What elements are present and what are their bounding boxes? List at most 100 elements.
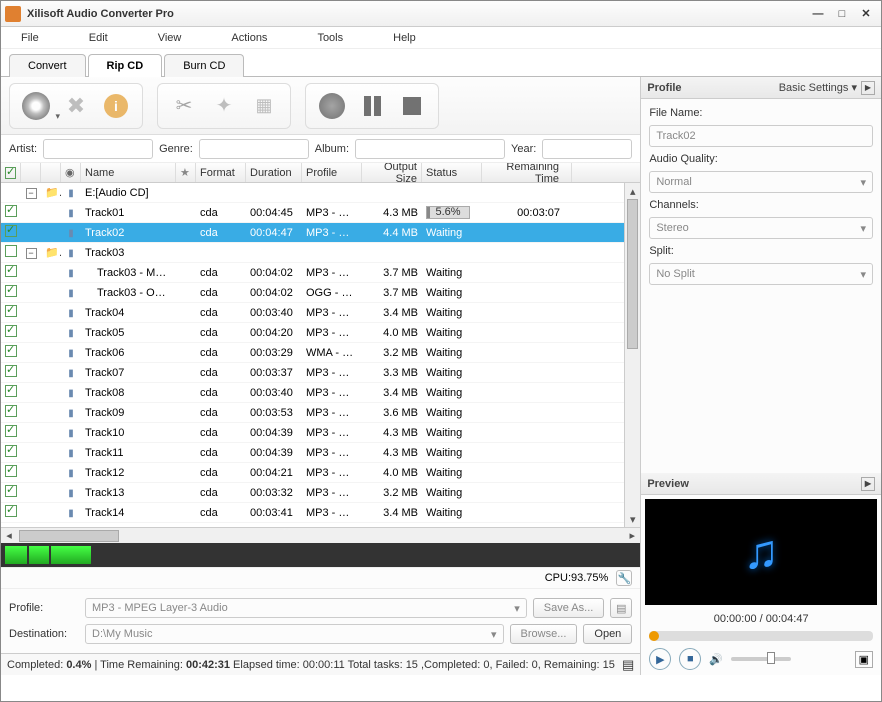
profile-extra-button[interactable]: ▤ xyxy=(610,598,632,618)
table-row[interactable]: ▮Track11cda00:04:39MP3 - MP...4.3 MBWait… xyxy=(1,443,640,463)
scroll-up-icon[interactable]: ▴ xyxy=(625,183,640,199)
maximize-button[interactable]: □ xyxy=(831,5,853,23)
table-row[interactable]: −📁▮Track03 xyxy=(1,243,640,263)
scroll-left-icon[interactable]: ◂ xyxy=(1,529,17,542)
table-row[interactable]: −📁▮E:[Audio CD] xyxy=(1,183,640,203)
scroll-thumb[interactable] xyxy=(627,199,638,349)
col-duration[interactable]: Duration xyxy=(246,163,302,182)
effects-button[interactable]: ✦ xyxy=(208,90,240,122)
tab-convert[interactable]: Convert xyxy=(9,54,86,77)
preview-play-button[interactable]: ▶ xyxy=(649,648,671,670)
expand-icon[interactable]: ▶ xyxy=(861,81,875,95)
scroll-right-icon[interactable]: ▸ xyxy=(624,529,640,542)
scroll-down-icon[interactable]: ▾ xyxy=(625,511,640,527)
row-checkbox[interactable] xyxy=(5,225,17,237)
tab-burncd[interactable]: Burn CD xyxy=(164,54,244,77)
row-checkbox[interactable] xyxy=(5,285,17,297)
destination-combo[interactable]: D:\My Music▾ xyxy=(85,624,504,644)
volume-icon[interactable]: 🔊 xyxy=(709,653,723,666)
row-checkbox[interactable] xyxy=(5,305,17,317)
row-checkbox[interactable] xyxy=(5,245,17,257)
disc-dropdown-button[interactable] xyxy=(20,90,52,122)
row-checkbox[interactable] xyxy=(5,465,17,477)
delete-button[interactable]: ✖ xyxy=(60,90,92,122)
menu-view[interactable]: View xyxy=(158,32,182,44)
row-checkbox[interactable] xyxy=(5,405,17,417)
table-row[interactable]: ▮Track10cda00:04:39MP3 - MP...4.3 MBWait… xyxy=(1,423,640,443)
collapse-icon[interactable]: − xyxy=(26,248,37,259)
table-row[interactable]: ▮Track07cda00:03:37MP3 - MP...3.3 MBWait… xyxy=(1,363,640,383)
col-remaining[interactable]: Remaining Time xyxy=(482,163,572,182)
col-format[interactable]: Format xyxy=(196,163,246,182)
col-profile[interactable]: Profile xyxy=(302,163,362,182)
row-checkbox[interactable] xyxy=(5,485,17,497)
horizontal-scrollbar[interactable]: ◂ ▸ xyxy=(1,527,640,543)
filename-input[interactable]: Track02 xyxy=(649,125,873,147)
table-row[interactable]: ▮Track03 - OGG...cda00:04:02OGG - Og...3… xyxy=(1,283,640,303)
table-row[interactable]: ▮Track01cda00:04:45MP3 - MP...4.3 MB5.6%… xyxy=(1,203,640,223)
preview-expand-icon[interactable]: ▶ xyxy=(861,477,875,491)
row-checkbox[interactable] xyxy=(5,425,17,437)
pause-button[interactable] xyxy=(356,90,388,122)
col-name[interactable]: Name xyxy=(81,163,176,182)
col-status[interactable]: Status xyxy=(422,163,482,182)
channels-combo[interactable]: Stereo▾ xyxy=(649,217,873,239)
cut-button[interactable]: ✂ xyxy=(168,90,200,122)
open-button[interactable]: Open xyxy=(583,624,632,644)
table-row[interactable]: ▮Track04cda00:03:40MP3 - MP...3.4 MBWait… xyxy=(1,303,640,323)
table-row[interactable]: ▮Track05cda00:04:20MP3 - MP...4.0 MBWait… xyxy=(1,323,640,343)
row-name: E:[Audio CD] xyxy=(81,187,176,199)
genre-input[interactable] xyxy=(199,139,309,159)
year-input[interactable] xyxy=(542,139,632,159)
table-row[interactable]: ▮Track03 - MP3...cda00:04:02MP3 - MP...3… xyxy=(1,263,640,283)
table-row[interactable]: ▮Track14cda00:03:41MP3 - MP...3.4 MBWait… xyxy=(1,503,640,523)
row-checkbox[interactable] xyxy=(5,265,17,277)
tab-ripcd[interactable]: Rip CD xyxy=(88,54,163,77)
menu-help[interactable]: Help xyxy=(393,32,416,44)
preview-seek-slider[interactable] xyxy=(649,631,873,641)
quality-combo[interactable]: Normal▾ xyxy=(649,171,873,193)
table-row[interactable]: ▮Track02cda00:04:47MP3 - MP...4.4 MBWait… xyxy=(1,223,640,243)
profile-combo[interactable]: MP3 - MPEG Layer-3 Audio▾ xyxy=(85,598,527,618)
volume-slider[interactable] xyxy=(731,657,791,661)
col-star[interactable]: ★ xyxy=(176,163,196,182)
settings-icon[interactable]: 🔧 xyxy=(616,570,632,586)
split-combo[interactable]: No Split▾ xyxy=(649,263,873,285)
table-row[interactable]: ▮Track09cda00:03:53MP3 - MP...3.6 MBWait… xyxy=(1,403,640,423)
table-row[interactable]: ▮Track12cda00:04:21MP3 - MP...4.0 MBWait… xyxy=(1,463,640,483)
saveas-button[interactable]: Save As... xyxy=(533,598,605,618)
preview-stop-button[interactable]: ■ xyxy=(679,648,701,670)
row-checkbox[interactable] xyxy=(5,385,17,397)
col-media-icon[interactable]: ◉ xyxy=(61,163,81,182)
list-view-icon[interactable]: ▤ xyxy=(622,657,634,673)
row-checkbox[interactable] xyxy=(5,345,17,357)
minimize-button[interactable]: — xyxy=(807,5,829,23)
artist-input[interactable] xyxy=(43,139,153,159)
collapse-icon[interactable]: − xyxy=(26,188,37,199)
col-output[interactable]: Output Size xyxy=(362,163,422,182)
basic-settings-dropdown[interactable]: Basic Settings ▾ xyxy=(779,81,857,94)
row-checkbox[interactable] xyxy=(5,325,17,337)
snapshot-icon[interactable]: ▣ xyxy=(855,651,873,668)
row-checkbox[interactable] xyxy=(5,205,17,217)
vertical-scrollbar[interactable]: ▴ ▾ xyxy=(624,183,640,527)
table-row[interactable]: ▮Track06cda00:03:29WMA - Wi...3.2 MBWait… xyxy=(1,343,640,363)
row-checkbox[interactable] xyxy=(5,445,17,457)
add-media-button[interactable]: ▦ xyxy=(248,90,280,122)
browse-button[interactable]: Browse... xyxy=(510,624,578,644)
menu-tools[interactable]: Tools xyxy=(317,32,343,44)
menu-edit[interactable]: Edit xyxy=(89,32,108,44)
col-check[interactable] xyxy=(1,163,21,182)
row-checkbox[interactable] xyxy=(5,365,17,377)
album-input[interactable] xyxy=(355,139,505,159)
table-row[interactable]: ▮Track08cda00:03:40MP3 - MP...3.4 MBWait… xyxy=(1,383,640,403)
stop-button[interactable] xyxy=(396,90,428,122)
rip-button[interactable] xyxy=(316,90,348,122)
close-button[interactable]: ✕ xyxy=(855,5,877,23)
menu-actions[interactable]: Actions xyxy=(231,32,267,44)
hscroll-thumb[interactable] xyxy=(19,530,119,542)
menu-file[interactable]: File xyxy=(21,32,39,44)
table-row[interactable]: ▮Track13cda00:03:32MP3 - MP...3.2 MBWait… xyxy=(1,483,640,503)
row-checkbox[interactable] xyxy=(5,505,17,517)
info-button[interactable]: i xyxy=(100,90,132,122)
